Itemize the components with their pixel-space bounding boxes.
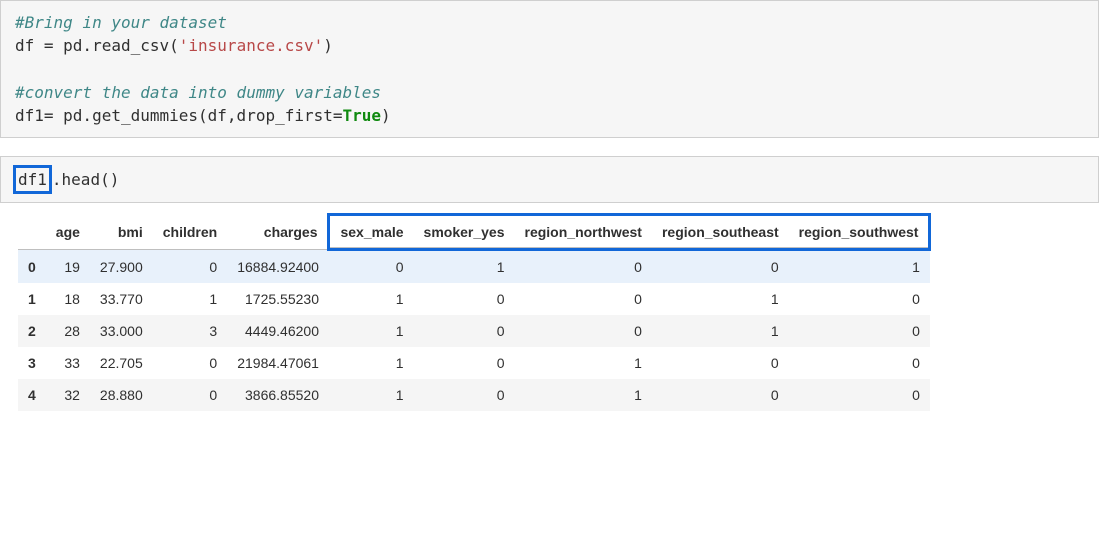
code-text: df = pd.read_csv( [15,36,179,55]
cell-value: 0 [789,315,930,347]
code-text: df1= pd.get_dummies(df,drop_first= [15,106,343,125]
column-header: smoker_yes [414,215,515,250]
cell-value: 0 [414,283,515,315]
column-header: sex_male [329,215,414,250]
row-index: 4 [18,379,46,411]
table-row[interactable]: 33322.705021984.4706110100 [18,347,930,379]
column-header: region_southeast [652,215,789,250]
code-text: ) [381,106,391,125]
code-block-1[interactable]: #Bring in your dataset df = pd.read_csv(… [15,11,1084,127]
cell-value: 1 [515,347,652,379]
table-body: 01927.900016884.924000100111833.77011725… [18,250,930,412]
table-header: agebmichildrenchargessex_malesmoker_yesr… [18,215,930,250]
table-row[interactable]: 11833.77011725.5523010010 [18,283,930,315]
code-block-2[interactable]: df1 .head() [15,165,1084,194]
cell-value: 1 [789,250,930,284]
cell-value: 16884.92400 [227,250,329,284]
cell-value: 0 [652,250,789,284]
row-index: 3 [18,347,46,379]
row-index: 2 [18,315,46,347]
cell-value: 1725.55230 [227,283,329,315]
cell-value: 33.000 [90,315,153,347]
table-corner [18,215,46,250]
cell-value: 0 [515,315,652,347]
cell-value: 0 [153,347,227,379]
keyword-bool: True [343,106,382,125]
code-cell-1[interactable]: #Bring in your dataset df = pd.read_csv(… [0,0,1099,138]
column-header: region_northwest [515,215,652,250]
cell-value: 1 [329,315,414,347]
output-area: agebmichildrenchargessex_malesmoker_yesr… [0,203,1099,415]
cell-value: 33.770 [90,283,153,315]
column-header: bmi [90,215,153,250]
cell-value: 27.900 [90,250,153,284]
table-row[interactable]: 01927.900016884.9240001001 [18,250,930,284]
cell-value: 3 [153,315,227,347]
cell-value: 1 [329,347,414,379]
cell-value: 0 [515,250,652,284]
row-index: 0 [18,250,46,284]
cell-value: 22.705 [90,347,153,379]
code-cell-2[interactable]: df1 .head() [0,156,1099,203]
table-row[interactable]: 43228.88003866.8552010100 [18,379,930,411]
cell-value: 3866.85520 [227,379,329,411]
cell-value: 1 [652,283,789,315]
cell-value: 0 [329,250,414,284]
cell-value: 32 [46,379,90,411]
cell-value: 0 [414,315,515,347]
cell-value: 0 [515,283,652,315]
cell-value: 1 [652,315,789,347]
cell-value: 0 [414,379,515,411]
cell-value: 18 [46,283,90,315]
table-row[interactable]: 22833.00034449.4620010010 [18,315,930,347]
cell-value: 21984.47061 [227,347,329,379]
cell-value: 0 [789,379,930,411]
cell-value: 0 [789,283,930,315]
cell-value: 1 [329,283,414,315]
cell-value: 0 [652,379,789,411]
column-header: charges [227,215,329,250]
cell-value: 0 [414,347,515,379]
code-text: ) [323,36,333,55]
code-text: .head() [52,170,119,189]
cell-value: 1 [153,283,227,315]
cell-value: 0 [153,250,227,284]
cell-value: 1 [329,379,414,411]
cell-value: 0 [153,379,227,411]
cell-value: 28 [46,315,90,347]
cell-value: 1 [515,379,652,411]
string-literal: 'insurance.csv' [179,36,324,55]
cell-value: 33 [46,347,90,379]
cell-value: 1 [414,250,515,284]
cell-value: 4449.46200 [227,315,329,347]
highlight-box-df1: df1 [13,165,52,194]
column-header: children [153,215,227,250]
dataframe-table: agebmichildrenchargessex_malesmoker_yesr… [18,213,931,411]
comment-line: #convert the data into dummy variables [15,83,381,102]
column-header: age [46,215,90,250]
comment-line: #Bring in your dataset [15,13,227,32]
cell-value: 19 [46,250,90,284]
cell-value: 28.880 [90,379,153,411]
column-header: region_southwest [789,215,930,250]
cell-value: 0 [789,347,930,379]
cell-value: 0 [652,347,789,379]
code-text: df1 [18,170,47,189]
row-index: 1 [18,283,46,315]
